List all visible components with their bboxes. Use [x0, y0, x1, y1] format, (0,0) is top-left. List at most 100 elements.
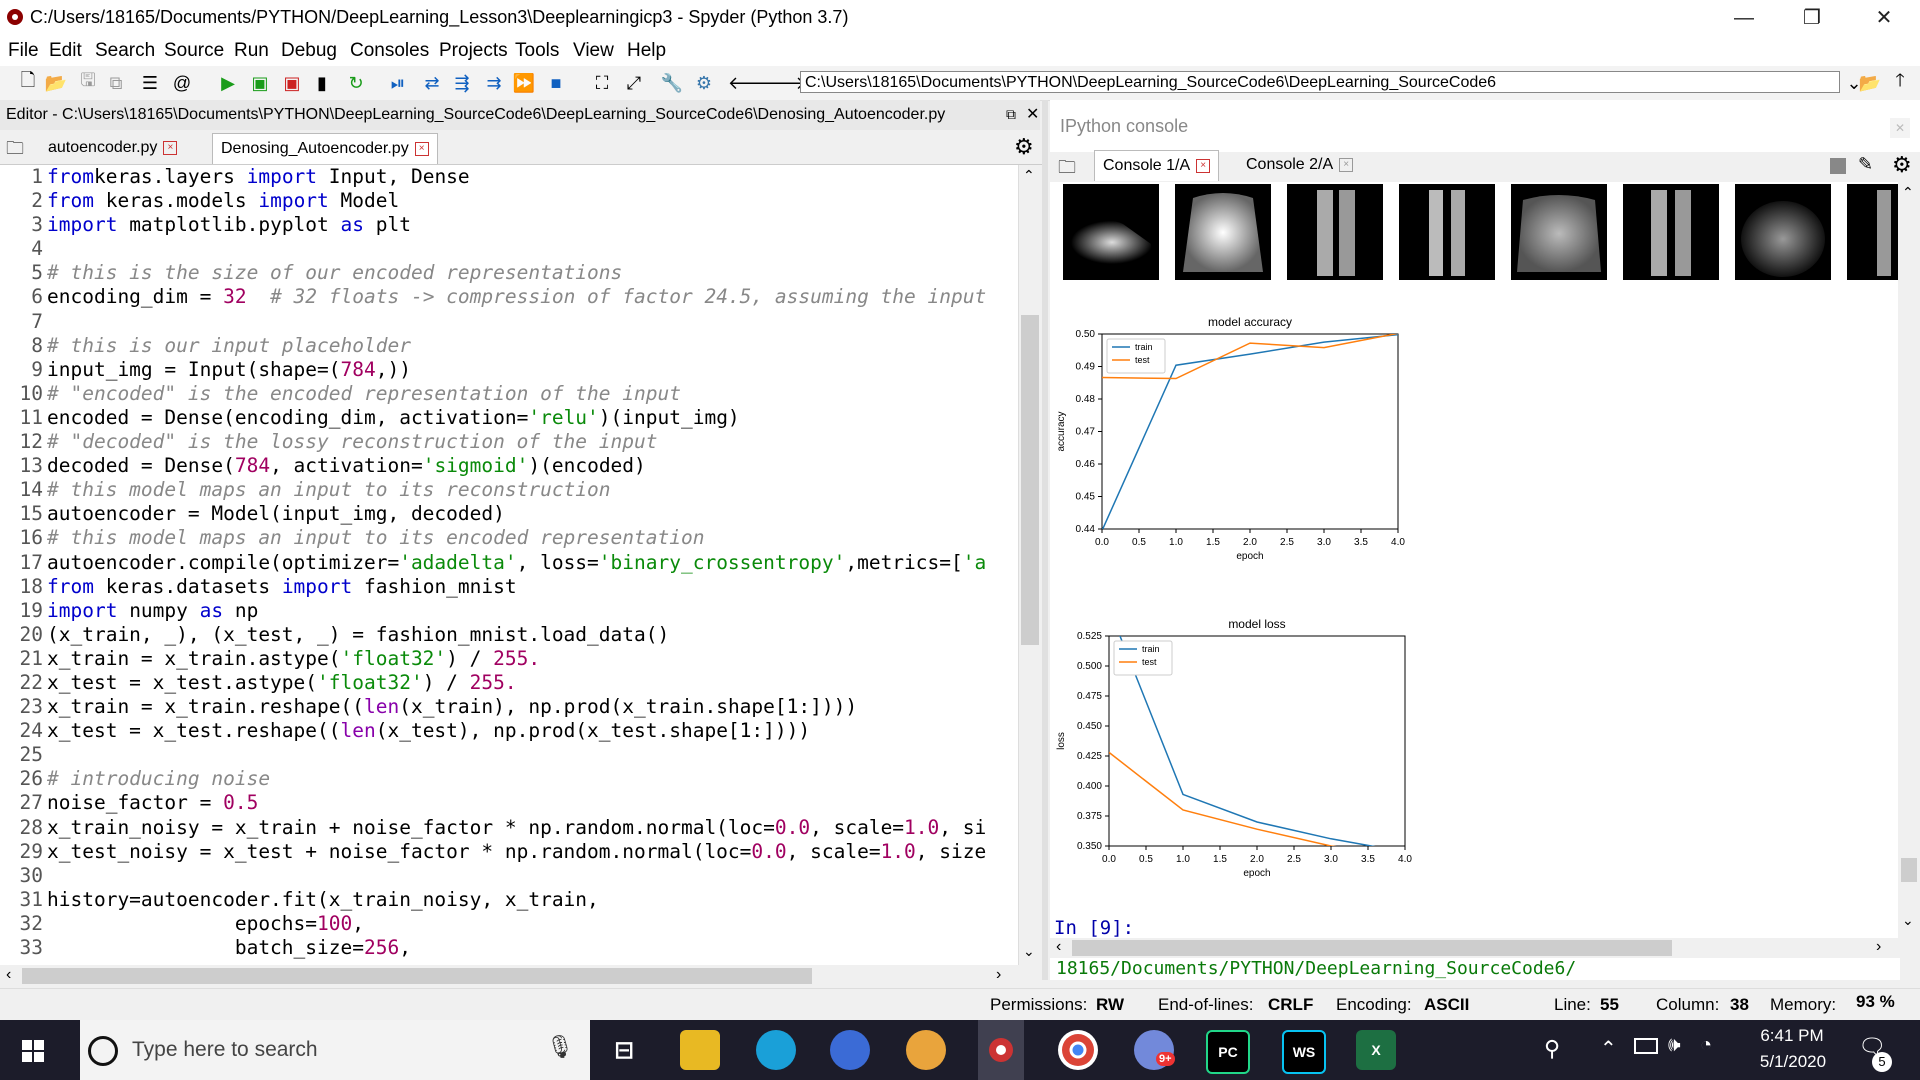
pane-splitter[interactable] [1042, 100, 1048, 980]
step-return-icon[interactable]: ⇉ [482, 71, 506, 95]
code-line[interactable] [47, 237, 1007, 261]
code-line[interactable]: x_test = x_test.astype('float32') / 255. [47, 671, 1007, 695]
code-line[interactable]: history=autoencoder.fit(x_train_noisy, x… [47, 888, 1007, 912]
code-line[interactable]: epochs=100, [47, 912, 1007, 936]
new-file-icon[interactable]: 🗋 [16, 70, 40, 95]
menu-search[interactable]: Search [95, 40, 155, 62]
scroll-up-icon[interactable]: ⌃ [1023, 167, 1035, 184]
code-line[interactable]: x_train = x_train.reshape((len(x_train),… [47, 695, 1007, 719]
browse-folder-icon[interactable]: 📂 [1858, 71, 1882, 95]
close-tab-icon[interactable]: × [414, 141, 429, 156]
excel-icon[interactable]: X [1356, 1030, 1396, 1070]
tab-denosing-autoencoder[interactable]: Denosing_Autoencoder.py × [212, 133, 438, 164]
python-path-icon[interactable]: ⚙ [692, 71, 716, 95]
scroll-down-icon[interactable]: ⌄ [1023, 943, 1035, 960]
code-line[interactable]: encoded = Dense(encoding_dim, activation… [47, 406, 1007, 430]
code-line[interactable]: from keras.models import Model [47, 189, 1007, 213]
code-line[interactable]: import matplotlib.pyplot as plt [47, 213, 1007, 237]
close-pane-icon[interactable]: ✕ [1890, 118, 1910, 138]
code-line[interactable]: autoencoder.compile(optimizer='adadelta'… [47, 551, 1007, 575]
menu-run[interactable]: Run [234, 40, 269, 62]
code-line[interactable]: x_train_noisy = x_train + noise_factor *… [47, 816, 1007, 840]
code-line[interactable]: (x_train, _), (x_test, _) = fashion_mnis… [47, 623, 1007, 647]
windows-start-icon[interactable] [22, 1040, 44, 1062]
stop-debug-icon[interactable]: ■ [544, 71, 568, 95]
discord-icon[interactable]: 9+ [1134, 1030, 1175, 1070]
code-line[interactable] [47, 864, 1007, 888]
forward-icon[interactable]: 🡒 [758, 71, 806, 95]
continue-icon[interactable]: ⏩ [512, 71, 536, 95]
maximize-pane-icon[interactable]: ⛶ [590, 71, 614, 95]
undock-icon[interactable]: ⧉ [1006, 106, 1016, 123]
scroll-thumb[interactable] [22, 968, 812, 984]
menu-source[interactable]: Source [164, 40, 224, 62]
ipython-console-output[interactable]: model accuracy 0.0 0.5 1.0 1.5 2.0 2.5 3.0 3.5 4.… [1050, 182, 1898, 942]
save-icon[interactable]: 🖫 [76, 70, 100, 95]
chrome-icon[interactable] [830, 1030, 870, 1070]
microphone-icon[interactable]: 🎙 [546, 1034, 574, 1060]
code-line[interactable]: autoencoder = Model(input_img, decoded) [47, 502, 1007, 526]
scroll-right-icon[interactable]: › [996, 966, 1001, 984]
tab-console-2[interactable]: Console 2/A × [1238, 150, 1361, 180]
working-directory-input[interactable]: C:\Users\18165\Documents\PYTHON\DeepLear… [800, 71, 1840, 93]
debug-icon[interactable]: ⏯ [386, 71, 410, 95]
tab-autoencoder[interactable]: autoencoder.py × [40, 133, 185, 163]
scroll-thumb[interactable] [1021, 315, 1039, 645]
browse-tabs-icon[interactable]: 🗀 [6, 136, 24, 166]
run-cell-advance-icon[interactable]: ▣ [280, 71, 304, 95]
chrome-icon[interactable] [1058, 1030, 1098, 1070]
code-line[interactable]: encoding_dim = 32 # 32 floats -> compres… [47, 285, 1007, 309]
menu-help[interactable]: Help [627, 40, 666, 62]
rerun-icon[interactable]: ↻ [344, 71, 368, 95]
fullscreen-icon[interactable]: ⤢ [622, 71, 646, 95]
browse-tabs-icon[interactable]: 🗀 [1058, 155, 1076, 185]
scroll-thumb[interactable] [1072, 940, 1672, 956]
code-line[interactable] [47, 310, 1007, 334]
file-explorer-icon[interactable] [680, 1030, 720, 1070]
clock-time[interactable]: 6:41 PM [1752, 1026, 1832, 1046]
menu-tools[interactable]: Tools [515, 40, 559, 62]
open-file-icon[interactable]: 📂 [44, 71, 68, 95]
code-line[interactable]: noise_factor = 0.5 [47, 791, 1007, 815]
volume-icon[interactable]: 🕪 [1668, 1034, 1681, 1057]
code-line[interactable] [47, 743, 1007, 767]
code-line[interactable]: x_test = x_test.reshape((len(x_test), np… [47, 719, 1007, 743]
taskbar-search-box[interactable]: Type here to search 🎙 [80, 1020, 590, 1080]
close-button[interactable]: ✕ [1856, 0, 1912, 36]
minimize-button[interactable]: — [1716, 0, 1772, 36]
gear-icon[interactable]: ⚙ [1014, 134, 1034, 160]
people-icon[interactable]: ⚲ [1544, 1036, 1560, 1062]
save-all-icon[interactable]: ⧉ [104, 71, 128, 95]
menu-view[interactable]: View [573, 40, 614, 62]
task-view-icon[interactable]: ⊟ [604, 1030, 644, 1070]
edge-icon[interactable] [756, 1030, 796, 1070]
stop-kernel-icon[interactable] [1830, 158, 1846, 174]
code-editor[interactable]: 1 2 3 4 5 6 7 8 9 10 11 12 13 14 15 16 17 18 19 20 21 22 23 24 2… [0, 165, 1018, 965]
chrome-canary-icon[interactable] [906, 1030, 946, 1070]
battery-icon[interactable] [1634, 1038, 1658, 1054]
menu-consoles[interactable]: Consoles [350, 40, 429, 62]
code-line[interactable]: # "encoded" is the encoded representatio… [47, 382, 1007, 406]
code-line[interactable]: # introducing noise [47, 767, 1007, 791]
code-line[interactable]: # "decoded" is the lossy reconstruction … [47, 430, 1007, 454]
clear-console-icon[interactable]: ✎ [1858, 154, 1873, 175]
editor-horizontal-scrollbar[interactable]: ‹ › [0, 965, 1018, 987]
run-selection-icon[interactable]: ▮ [310, 71, 334, 95]
menu-edit[interactable]: Edit [49, 40, 82, 62]
scroll-left-icon[interactable]: ‹ [1056, 938, 1061, 956]
scroll-left-icon[interactable]: ‹ [6, 966, 11, 984]
code-line[interactable]: # this is our input placeholder [47, 334, 1007, 358]
restore-button[interactable]: ❐ [1784, 0, 1840, 36]
code-line[interactable]: # this is the size of our encoded repres… [47, 261, 1007, 285]
code-line[interactable]: input_img = Input(shape=(784,)) [47, 358, 1007, 382]
wifi-icon[interactable]: ◔ [1700, 1034, 1712, 1057]
code-line[interactable]: import numpy as np [47, 599, 1007, 623]
chevron-up-icon[interactable]: ⌃ [1600, 1036, 1617, 1061]
menu-debug[interactable]: Debug [281, 40, 337, 62]
console-horizontal-scrollbar[interactable]: ‹ › [1050, 938, 1898, 958]
parent-dir-icon[interactable]: 🡑 [1888, 70, 1912, 95]
close-tab-icon[interactable]: × [1339, 157, 1354, 172]
clock-date[interactable]: 5/1/2020 [1748, 1052, 1838, 1072]
menu-projects[interactable]: Projects [439, 40, 508, 62]
code-line[interactable]: batch_size=256, [47, 936, 1007, 960]
